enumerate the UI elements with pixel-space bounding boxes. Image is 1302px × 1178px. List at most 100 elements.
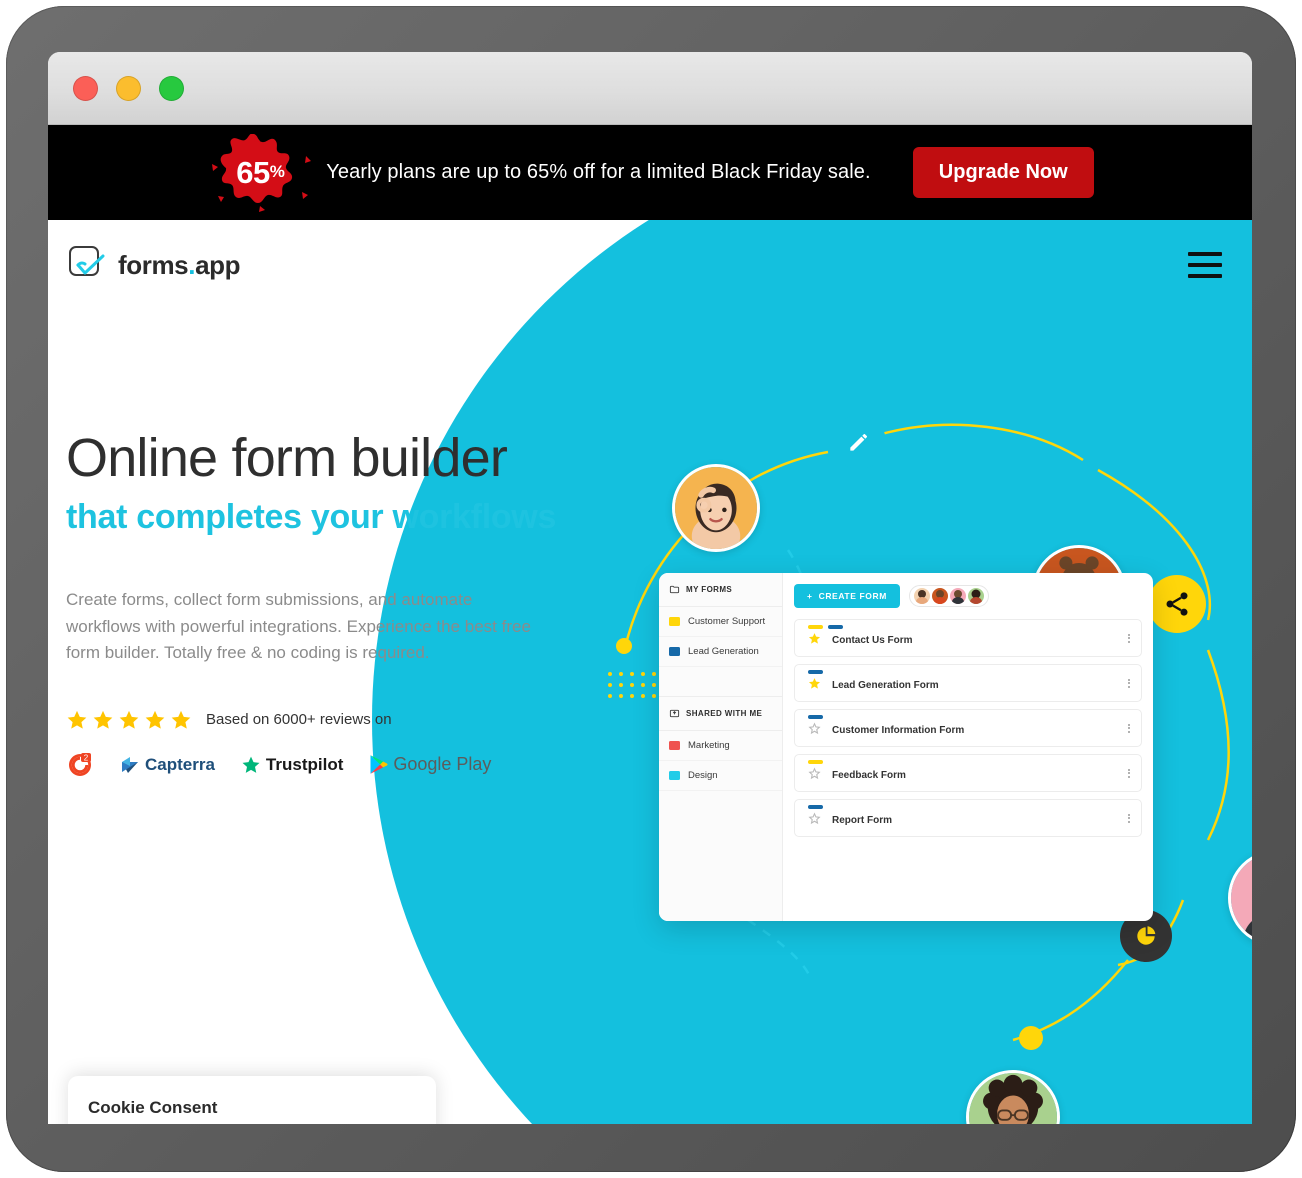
collaborator-avatars[interactable] — [908, 585, 989, 607]
cookie-consent-title: Cookie Consent — [88, 1098, 218, 1117]
tag-bars — [808, 715, 823, 719]
avatar-woman-peeking — [672, 464, 760, 552]
hero-description: Create forms, collect form submissions, … — [66, 590, 531, 663]
row-menu-icon[interactable] — [1128, 768, 1130, 778]
close-button[interactable] — [73, 75, 98, 101]
promo-message: Yearly plans are up to 65% off for a lim… — [326, 161, 871, 183]
sidebar-item-lead-generation[interactable]: Lead Generation — [659, 637, 782, 667]
site-logo[interactable]: forms.app — [68, 245, 241, 285]
folder-color-swatch — [669, 741, 680, 750]
tag-emoji-icon: 🏷 — [888, 162, 913, 184]
form-name: Feedback Form — [832, 770, 906, 781]
form-name: Customer Information Form — [832, 725, 965, 736]
sidebar-section-my-forms: MY FORMS — [659, 573, 782, 607]
avatar — [913, 588, 930, 604]
google-play-icon — [370, 755, 388, 774]
star-icon[interactable] — [808, 632, 821, 645]
tag-bars — [808, 760, 823, 764]
badge-capterra-label: Capterra — [145, 754, 215, 774]
table-row[interactable]: Contact Us Form — [794, 619, 1142, 657]
badge-g2[interactable]: 2 — [66, 751, 94, 779]
mockup-sidebar: MY FORMS Customer Support Lead Generatio… — [659, 573, 783, 921]
capterra-icon — [122, 756, 138, 773]
upgrade-now-button[interactable]: Upgrade Now — [912, 147, 1094, 198]
folder-color-swatch — [669, 617, 680, 626]
rating-text: Based on 6000+ reviews on — [206, 711, 392, 729]
star-icon[interactable] — [808, 766, 821, 780]
row-menu-icon[interactable] — [1128, 813, 1130, 823]
page-title: Online form builder — [66, 428, 508, 488]
plus-icon: + — [807, 591, 813, 601]
sidebar-section-label: MY FORMS — [686, 585, 733, 594]
minimize-button[interactable] — [116, 75, 141, 101]
review-platform-badges: 2 Capterra Trustpilot Google Play — [66, 751, 626, 779]
sidebar-item-label: Marketing — [688, 740, 730, 751]
sidebar-spacer — [659, 667, 782, 697]
tag-bars — [808, 625, 843, 629]
site-header: forms.app — [48, 220, 1252, 310]
star-icon — [171, 710, 191, 729]
star-icon[interactable] — [808, 721, 821, 735]
browser-window: 65% Yearly plans are up to 65% off for a… — [48, 52, 1252, 1124]
badge-google-play-label: Google Play — [393, 754, 492, 775]
row-menu-icon[interactable] — [1128, 678, 1130, 688]
sidebar-item-label: Customer Support — [688, 616, 766, 627]
hero-copy: Online form builder that completes your … — [66, 430, 626, 779]
logo-word-app: app — [195, 249, 241, 280]
badge-trustpilot-label: Trustpilot — [265, 754, 344, 774]
avatar-photo — [675, 467, 757, 549]
badge-trustpilot[interactable]: Trustpilot — [241, 755, 343, 775]
avatar — [967, 588, 984, 604]
star-icon — [93, 710, 113, 729]
cookie-consent-card[interactable]: Cookie Consent — [68, 1076, 436, 1124]
share-icon — [1166, 592, 1188, 616]
star-icon — [67, 710, 87, 729]
discount-number: 65 — [236, 154, 270, 190]
table-row[interactable]: Report Form — [794, 799, 1142, 837]
row-menu-icon[interactable] — [1128, 723, 1130, 733]
sidebar-item-marketing[interactable]: Marketing — [659, 731, 782, 761]
line-endpoint-dot — [1019, 1026, 1043, 1050]
star-icon — [145, 710, 165, 729]
discount-badge-text: 65% — [236, 154, 285, 191]
svg-text:2: 2 — [84, 753, 89, 762]
discount-badge: 65% — [206, 133, 314, 212]
maximize-button[interactable] — [159, 75, 184, 101]
pencil-icon — [850, 433, 868, 451]
page-subtitle: that completes your workflows — [66, 497, 557, 536]
sidebar-item-label: Design — [688, 770, 718, 781]
folder-icon — [669, 585, 680, 594]
logo-word-forms: forms — [118, 249, 189, 280]
folder-color-swatch — [669, 771, 680, 780]
site-logo-text: forms.app — [118, 249, 241, 281]
table-row[interactable]: Customer Information Form — [794, 709, 1142, 747]
forms-app-logo-icon — [68, 245, 108, 285]
sidebar-item-design[interactable]: Design — [659, 761, 782, 791]
badge-capterra[interactable]: Capterra — [120, 755, 215, 775]
rating-row: Based on 6000+ reviews on — [66, 709, 626, 731]
sidebar-item-customer-support[interactable]: Customer Support — [659, 607, 782, 637]
create-form-button[interactable]: + CREATE FORM — [794, 584, 900, 608]
tag-bars — [808, 805, 823, 809]
pie-chart-icon — [1136, 926, 1156, 946]
row-menu-icon[interactable] — [1128, 633, 1130, 643]
pencil-fab[interactable] — [832, 415, 886, 469]
mockup-main-panel: + CREATE FORM Contact Us Form Lead Gener… — [783, 573, 1153, 921]
share-fab[interactable] — [1148, 575, 1206, 633]
form-name: Contact Us Form — [832, 635, 913, 646]
tag-bars — [808, 670, 823, 674]
table-row[interactable]: Feedback Form — [794, 754, 1142, 792]
hero-section: forms.app Online form builder that compl… — [48, 220, 1252, 1124]
forms-app-mockup: MY FORMS Customer Support Lead Generatio… — [659, 573, 1153, 921]
trustpilot-star-icon — [242, 756, 260, 773]
avatar — [931, 588, 948, 604]
badge-google-play[interactable]: Google Play — [369, 754, 491, 775]
g2-icon: 2 — [69, 752, 91, 776]
shared-folder-icon — [669, 709, 680, 718]
star-icon[interactable] — [808, 677, 821, 690]
star-icon — [119, 710, 139, 729]
star-icon[interactable] — [808, 811, 821, 825]
avatar-photo — [969, 1073, 1057, 1124]
hamburger-menu-icon[interactable] — [1188, 252, 1222, 278]
table-row[interactable]: Lead Generation Form — [794, 664, 1142, 702]
